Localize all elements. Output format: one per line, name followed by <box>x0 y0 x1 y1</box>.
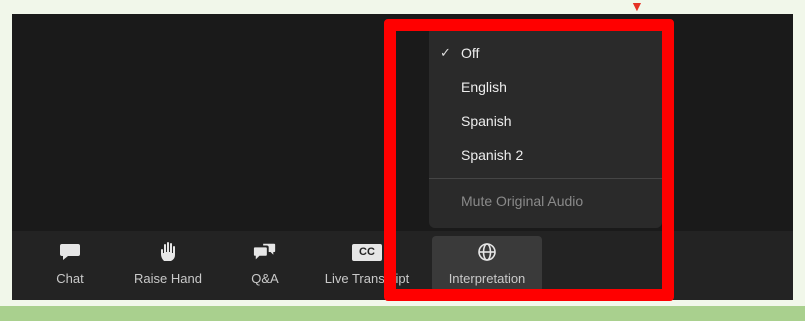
chat-label: Chat <box>56 271 84 286</box>
qa-button[interactable]: Q&A <box>236 231 294 291</box>
raise-hand-icon <box>156 241 180 263</box>
raise-hand-button[interactable]: Raise Hand <box>118 231 218 291</box>
bottom-green-strip <box>0 306 805 321</box>
cc-text: CC <box>359 246 375 258</box>
chat-bubble-icon <box>58 241 82 263</box>
raise-hand-label: Raise Hand <box>134 271 202 286</box>
qa-bubbles-icon <box>253 241 277 263</box>
qa-label: Q&A <box>251 271 279 286</box>
cc-icon: CC <box>350 241 384 263</box>
red-highlight-box <box>384 19 674 301</box>
top-cutoff-area <box>12 0 793 14</box>
chat-button[interactable]: Chat <box>40 231 100 291</box>
arrow-pointer-icon: ▼ <box>630 0 644 14</box>
